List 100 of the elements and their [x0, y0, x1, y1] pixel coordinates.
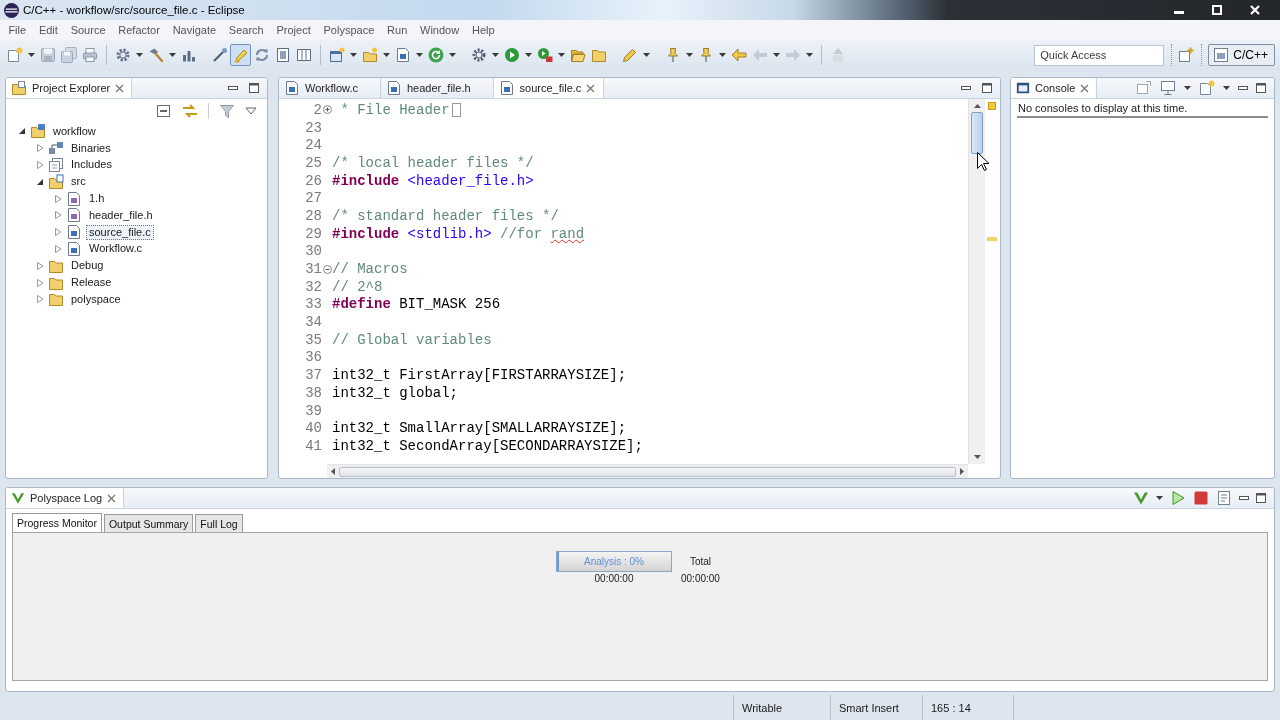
- caret-icon[interactable]: [382, 53, 390, 57]
- checkmark-icon[interactable]: [1133, 490, 1149, 506]
- document-icon[interactable]: [1216, 490, 1232, 506]
- panel-tab[interactable]: Project Explorer: [6, 78, 133, 98]
- menu-item[interactable]: Window: [413, 24, 466, 36]
- printer-icon[interactable]: [81, 47, 98, 63]
- square-marker-icon[interactable]: [988, 102, 996, 110]
- menu-item[interactable]: Help: [465, 24, 501, 36]
- caret-icon[interactable]: [557, 53, 565, 57]
- tree-item[interactable]: Debug: [68, 258, 107, 274]
- gear-icon[interactable]: [114, 47, 131, 63]
- caret-icon[interactable]: [448, 53, 456, 57]
- wand-icon[interactable]: [211, 47, 228, 63]
- maximize-icon[interactable]: [1256, 83, 1266, 93]
- maximize-icon[interactable]: [249, 83, 259, 93]
- menu-item[interactable]: Search: [222, 24, 271, 36]
- caret-icon[interactable]: [415, 53, 423, 57]
- link-arrows-icon[interactable]: [182, 102, 198, 119]
- menu-item[interactable]: Edit: [32, 24, 65, 36]
- minimize-icon[interactable]: [1239, 496, 1249, 500]
- tree-item[interactable]: Release: [68, 275, 115, 291]
- panel-tab[interactable]: Console: [1011, 78, 1098, 98]
- tree-item[interactable]: polyspace: [68, 291, 124, 307]
- tree-item[interactable]: Includes: [68, 157, 115, 173]
- tree-item[interactable]: 1.h: [86, 191, 108, 207]
- tree-item[interactable]: source_file.c: [86, 224, 154, 240]
- caret-icon[interactable]: [1223, 86, 1230, 90]
- log-tab[interactable]: Full Log: [195, 514, 243, 532]
- perspective-button[interactable]: C/C++: [1208, 44, 1275, 66]
- caret-icon[interactable]: [772, 53, 780, 57]
- minimize-icon[interactable]: [228, 86, 238, 90]
- scroll-up-icon[interactable]: [973, 104, 981, 108]
- panel-tab[interactable]: Polyspace Log: [6, 488, 125, 508]
- stop-icon[interactable]: [1193, 490, 1209, 506]
- caret-icon[interactable]: [349, 53, 357, 57]
- columns-icon[interactable]: [295, 47, 312, 63]
- tree-arrow-icon[interactable]: [18, 127, 26, 136]
- scrollbar-thumb[interactable]: [971, 112, 983, 154]
- vertical-scrollbar[interactable]: [968, 99, 985, 464]
- plus-circle-icon[interactable]: [322, 105, 332, 115]
- menu-item[interactable]: Source: [64, 24, 112, 36]
- new-file-icon[interactable]: [6, 47, 23, 63]
- scroll-down-icon[interactable]: [973, 455, 981, 459]
- caret-icon[interactable]: [1184, 86, 1191, 90]
- hammer-icon[interactable]: [147, 47, 164, 63]
- run-icon[interactable]: [503, 47, 520, 63]
- tree-item[interactable]: src: [68, 174, 89, 190]
- monitor-icon[interactable]: [1160, 80, 1176, 96]
- file-icon[interactable]: [394, 47, 411, 63]
- new-window-icon[interactable]: [328, 47, 345, 63]
- window-icon[interactable]: [1136, 80, 1152, 96]
- editor-tab[interactable]: header_file.h: [381, 78, 494, 98]
- caret-icon[interactable]: [491, 53, 499, 57]
- menu-item[interactable]: Polyspace: [317, 24, 381, 36]
- view-menu-icon[interactable]: [245, 106, 257, 115]
- horizontal-scrollbar[interactable]: [327, 464, 968, 478]
- editor-tab[interactable]: source_file.c: [493, 78, 605, 98]
- log-tab[interactable]: Progress Monitor: [12, 513, 102, 532]
- line-marker-icon[interactable]: [987, 237, 997, 241]
- play-icon[interactable]: [1170, 490, 1186, 506]
- menu-item[interactable]: File: [2, 24, 33, 36]
- quick-access-field[interactable]: Quick Access: [1034, 44, 1165, 66]
- maximize-icon[interactable]: [1256, 493, 1266, 503]
- tree-arrow-icon[interactable]: [36, 177, 44, 186]
- tree-item[interactable]: Workflow.c: [86, 241, 145, 257]
- tree-item[interactable]: Binaries: [68, 140, 114, 156]
- caret-icon[interactable]: [168, 53, 176, 57]
- caret-icon[interactable]: [718, 53, 726, 57]
- minimize-icon[interactable]: [1238, 86, 1248, 90]
- log-tab[interactable]: Output Summary: [103, 514, 194, 532]
- gear-icon[interactable]: [470, 47, 487, 63]
- circle-arrows-icon[interactable]: [253, 47, 270, 63]
- maximize-icon[interactable]: [982, 83, 992, 93]
- filter-icon[interactable]: [219, 102, 235, 119]
- menu-item[interactable]: Navigate: [166, 24, 223, 36]
- panel-icon[interactable]: [274, 47, 291, 63]
- menu-item[interactable]: Project: [270, 24, 318, 36]
- scroll-right-icon[interactable]: [960, 468, 964, 475]
- caret-icon[interactable]: [685, 53, 693, 57]
- tree-item[interactable]: header_file.h: [86, 207, 156, 223]
- menu-item[interactable]: Run: [380, 24, 414, 36]
- window-plus-icon[interactable]: [1178, 47, 1195, 63]
- caret-icon[interactable]: [27, 53, 35, 57]
- minus-circle-icon[interactable]: [322, 264, 332, 274]
- minimize-icon[interactable]: [961, 86, 971, 90]
- perspective-icon[interactable]: [1213, 47, 1230, 63]
- menu-item[interactable]: Refactor: [111, 24, 167, 36]
- folder-icon[interactable]: [590, 47, 607, 63]
- caret-icon[interactable]: [524, 53, 532, 57]
- caret-icon[interactable]: [805, 53, 813, 57]
- run-tool-icon[interactable]: [536, 47, 553, 63]
- caret-icon[interactable]: [135, 53, 143, 57]
- tree-item[interactable]: workflow: [50, 123, 99, 139]
- new-file-icon[interactable]: [1199, 80, 1215, 96]
- caret-icon[interactable]: [642, 53, 650, 57]
- collapse-icon[interactable]: [156, 102, 172, 119]
- scroll-left-icon[interactable]: [331, 468, 335, 475]
- caret-icon[interactable]: [1156, 496, 1163, 500]
- editor-tab[interactable]: Workflow.c: [279, 78, 381, 98]
- folded-code-icon[interactable]: [451, 102, 461, 117]
